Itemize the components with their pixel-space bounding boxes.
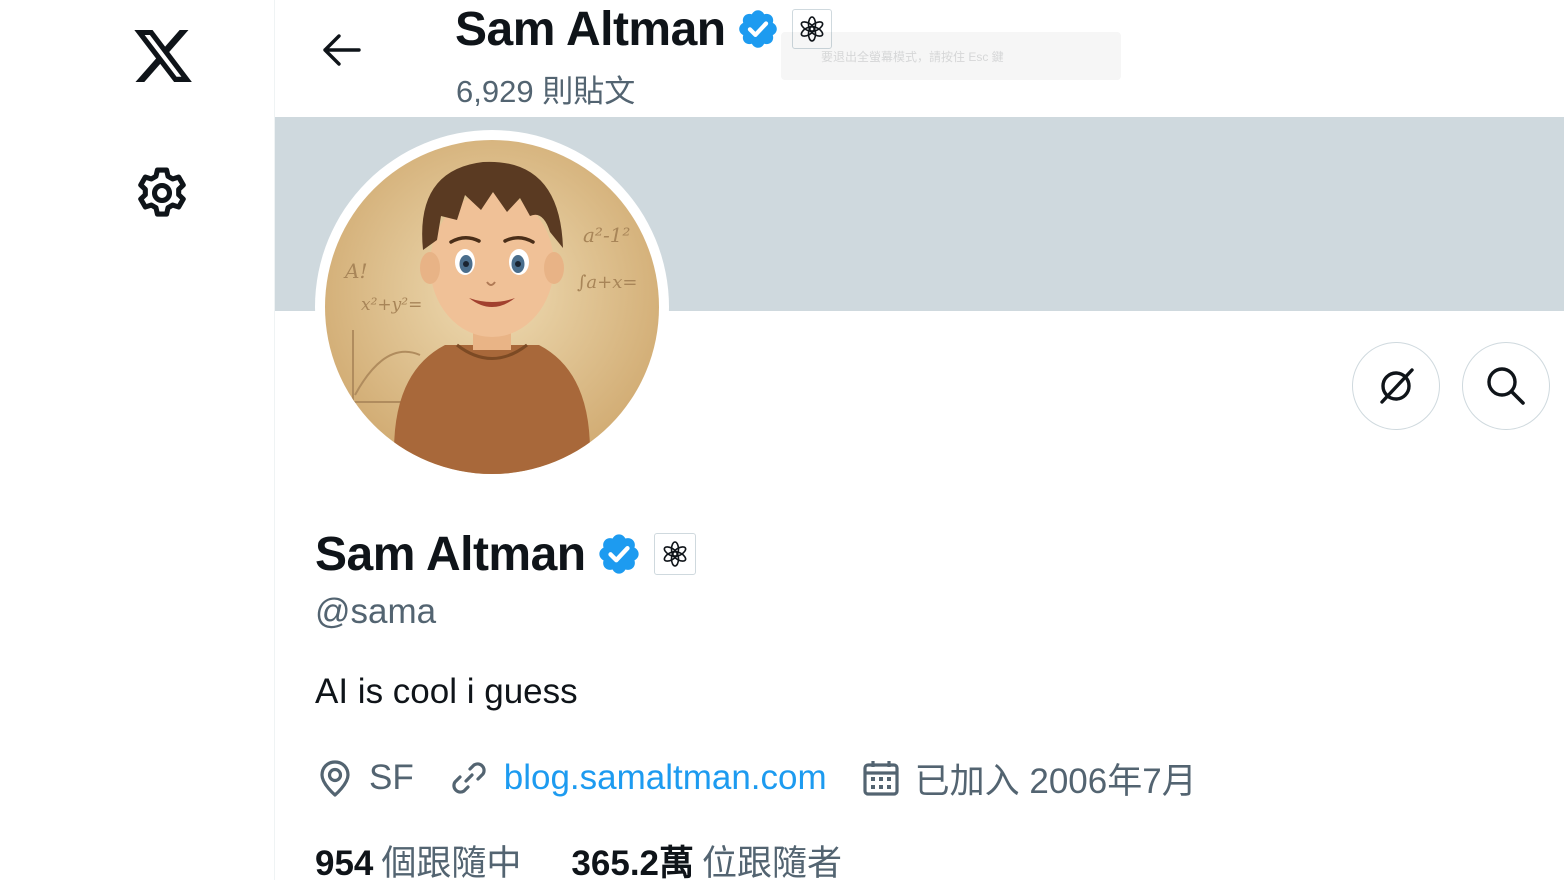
- profile-meta: SF blog.samaltman.com 已加入 2006年7月: [315, 752, 1231, 804]
- search-button[interactable]: [1462, 342, 1550, 430]
- chalk-text: a²-1²: [583, 223, 630, 247]
- profile-handle: @sama: [315, 592, 437, 631]
- profile-main: Sam Altman 6,929 則貼文 要退出全螢幕模式，請按住 Esc 鍵 …: [275, 0, 1564, 883]
- following-link[interactable]: 954 個跟隨中: [315, 835, 521, 886]
- location-text: SF: [369, 758, 414, 797]
- joined-text: 已加入 2006年7月: [914, 761, 1197, 801]
- x-logo[interactable]: [129, 24, 197, 88]
- followers-label: 位跟隨者: [702, 843, 843, 883]
- avatar-image: A! x²+y²= a²-1² ∫a+x=: [325, 140, 659, 474]
- website-link[interactable]: blog.samaltman.com: [504, 758, 827, 798]
- chalk-text: x²+y²=: [361, 295, 422, 315]
- verified-badge-icon[interactable]: [596, 531, 642, 577]
- verified-badge-icon[interactable]: [736, 7, 780, 51]
- location-item: SF: [315, 758, 414, 798]
- arrow-left-icon[interactable]: [315, 28, 367, 72]
- header-name: Sam Altman: [455, 2, 726, 56]
- calendar-icon: [863, 761, 899, 796]
- profile-name-row: Sam Altman: [315, 524, 696, 584]
- followers-link[interactable]: 365.2萬 位跟隨者: [571, 835, 842, 886]
- search-icon: [1487, 367, 1525, 405]
- following-label: 個跟隨中: [381, 843, 522, 883]
- grok-button[interactable]: [1352, 342, 1440, 430]
- avatar[interactable]: A! x²+y²= a²-1² ∫a+x=: [315, 130, 669, 484]
- header-name-row: Sam Altman: [455, 0, 832, 58]
- profile-bio: AI is cool i guess: [315, 672, 578, 711]
- follow-stats: 954 個跟隨中 365.2萬 位跟隨者: [315, 836, 892, 884]
- fullscreen-toast: 要退出全螢幕模式，請按住 Esc 鍵: [781, 32, 1121, 80]
- following-count: 954: [315, 843, 374, 883]
- posts-count: 6,929 則貼文: [456, 74, 636, 109]
- website-item: blog.samaltman.com: [448, 757, 827, 799]
- profile-header-bar: Sam Altman 6,929 則貼文 要退出全螢幕模式，請按住 Esc 鍵: [275, 0, 1564, 117]
- followers-count: 365.2萬: [571, 843, 695, 883]
- left-nav: [0, 0, 275, 880]
- gear-icon[interactable]: [133, 164, 191, 222]
- grok-icon: [1380, 368, 1414, 404]
- link-icon: [452, 762, 486, 794]
- joined-item: 已加入 2006年7月: [861, 753, 1197, 804]
- openai-logo-icon: [663, 541, 687, 567]
- location-pin-icon: [320, 760, 350, 797]
- profile-name: Sam Altman: [315, 527, 586, 581]
- openai-affiliate-badge[interactable]: [653, 533, 696, 575]
- chalk-text: ∫a+x=: [577, 272, 637, 293]
- chalk-text: A!: [343, 259, 367, 283]
